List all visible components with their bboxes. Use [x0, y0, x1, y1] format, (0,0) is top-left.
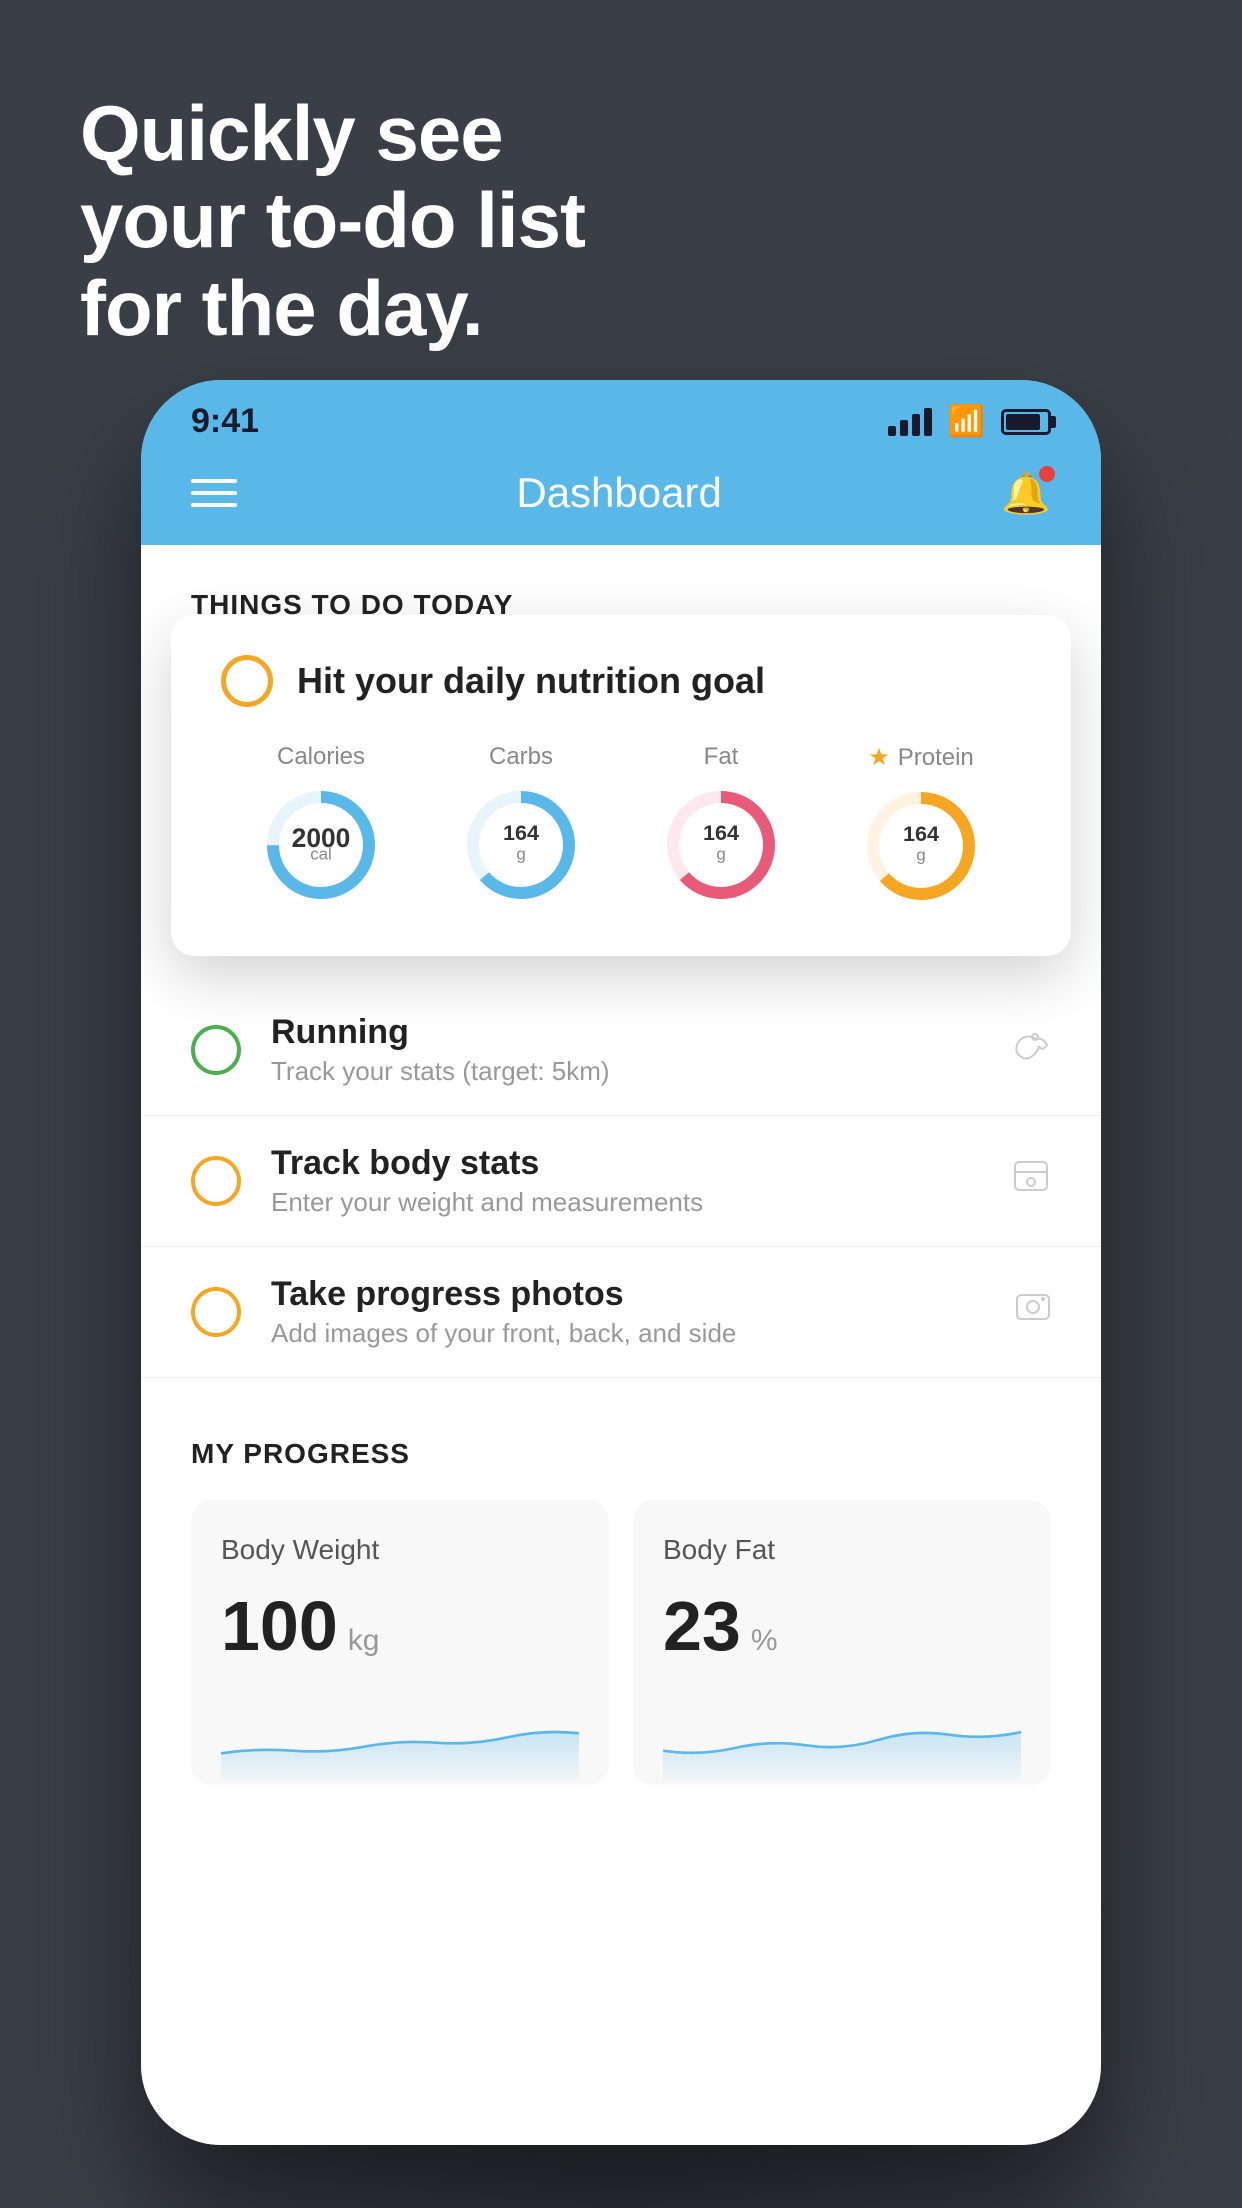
todo-item-body-stats[interactable]: Track body stats Enter your weight and m… [141, 1116, 1101, 1247]
todo-content-body-stats: Track body stats Enter your weight and m… [271, 1144, 981, 1218]
progress-cards: Body Weight 100 kg [191, 1500, 1051, 1785]
photo-icon [1015, 1289, 1051, 1335]
fat-circle-item: Fat 164 g [661, 743, 781, 905]
svg-text:g: g [516, 844, 525, 863]
svg-text:g: g [716, 844, 725, 863]
menu-button[interactable] [191, 479, 237, 507]
svg-text:164: 164 [503, 820, 539, 845]
todo-item-running[interactable]: Running Track your stats (target: 5km) [141, 985, 1101, 1116]
notification-button[interactable]: 🔔 [1001, 470, 1051, 517]
nav-bar: Dashboard 🔔 [141, 451, 1101, 545]
nutrition-card-title: Hit your daily nutrition goal [297, 660, 765, 702]
nav-title: Dashboard [516, 469, 721, 517]
todo-circle-running [191, 1025, 241, 1075]
todo-circle-body-stats [191, 1156, 241, 1206]
status-icons: 📶 [888, 404, 1051, 439]
body-fat-chart [663, 1700, 1021, 1780]
nutrition-status-circle [221, 655, 273, 707]
body-weight-title: Body Weight [221, 1534, 579, 1566]
carbs-circle-item: Carbs 164 g [461, 743, 581, 905]
notification-dot [1039, 466, 1055, 482]
todo-subtitle-running: Track your stats (target: 5km) [271, 1056, 981, 1087]
body-weight-card: Body Weight 100 kg [191, 1500, 609, 1785]
protein-circle-item: ★ Protein 164 g [861, 743, 981, 906]
body-fat-number: 23 [663, 1586, 741, 1666]
body-weight-value: 100 kg [221, 1586, 579, 1666]
status-bar: 9:41 📶 [141, 380, 1101, 451]
body-fat-unit: % [751, 1624, 778, 1658]
nutrition-card: Hit your daily nutrition goal Calories 2… [171, 615, 1071, 956]
svg-text:164: 164 [703, 820, 739, 845]
todo-subtitle-photos: Add images of your front, back, and side [271, 1318, 985, 1349]
body-fat-title: Body Fat [663, 1534, 1021, 1566]
nutrition-circles: Calories 2000 cal Carbs [221, 743, 1021, 906]
carbs-label: Carbs [489, 743, 553, 771]
svg-text:164: 164 [903, 821, 939, 846]
calories-circle-item: Calories 2000 cal [261, 743, 381, 905]
nutrition-card-header: Hit your daily nutrition goal [221, 655, 1021, 707]
signal-icon [888, 408, 932, 436]
todo-circle-photos [191, 1287, 241, 1337]
content-area: THINGS TO DO TODAY Hit your daily nutrit… [141, 545, 1101, 2145]
hero-line2: your to-do list [80, 177, 585, 264]
todo-title-body-stats: Track body stats [271, 1144, 981, 1183]
svg-text:g: g [916, 845, 925, 864]
scale-icon [1011, 1158, 1051, 1204]
hero-line3: for the day. [80, 265, 585, 352]
todo-item-photos[interactable]: Take progress photos Add images of your … [141, 1247, 1101, 1378]
wifi-icon: 📶 [948, 404, 985, 439]
running-icon [1011, 1028, 1051, 1073]
star-icon: ★ [868, 743, 890, 772]
battery-icon [1001, 409, 1051, 435]
body-weight-number: 100 [221, 1586, 338, 1666]
todo-title-running: Running [271, 1013, 981, 1052]
body-weight-unit: kg [348, 1624, 380, 1658]
hero-text: Quickly see your to-do list for the day. [80, 90, 585, 352]
body-fat-card: Body Fat 23 % [633, 1500, 1051, 1785]
todo-content-running: Running Track your stats (target: 5km) [271, 1013, 981, 1087]
progress-section: MY PROGRESS Body Weight 100 kg [141, 1438, 1101, 1845]
fat-label: Fat [704, 743, 739, 771]
todo-title-photos: Take progress photos [271, 1275, 985, 1314]
phone-shell: 9:41 📶 Dashboard 🔔 THINGS TO DO TODAY [141, 380, 1101, 2145]
svg-text:cal: cal [310, 844, 331, 863]
todo-subtitle-body-stats: Enter your weight and measurements [271, 1187, 981, 1218]
protein-label: ★ Protein [868, 743, 974, 772]
status-time: 9:41 [191, 402, 259, 441]
body-fat-value: 23 % [663, 1586, 1021, 1666]
calories-label: Calories [277, 743, 365, 771]
body-weight-chart [221, 1700, 579, 1780]
hero-line1: Quickly see [80, 90, 585, 177]
progress-heading: MY PROGRESS [191, 1438, 1051, 1470]
todo-content-photos: Take progress photos Add images of your … [271, 1275, 985, 1349]
